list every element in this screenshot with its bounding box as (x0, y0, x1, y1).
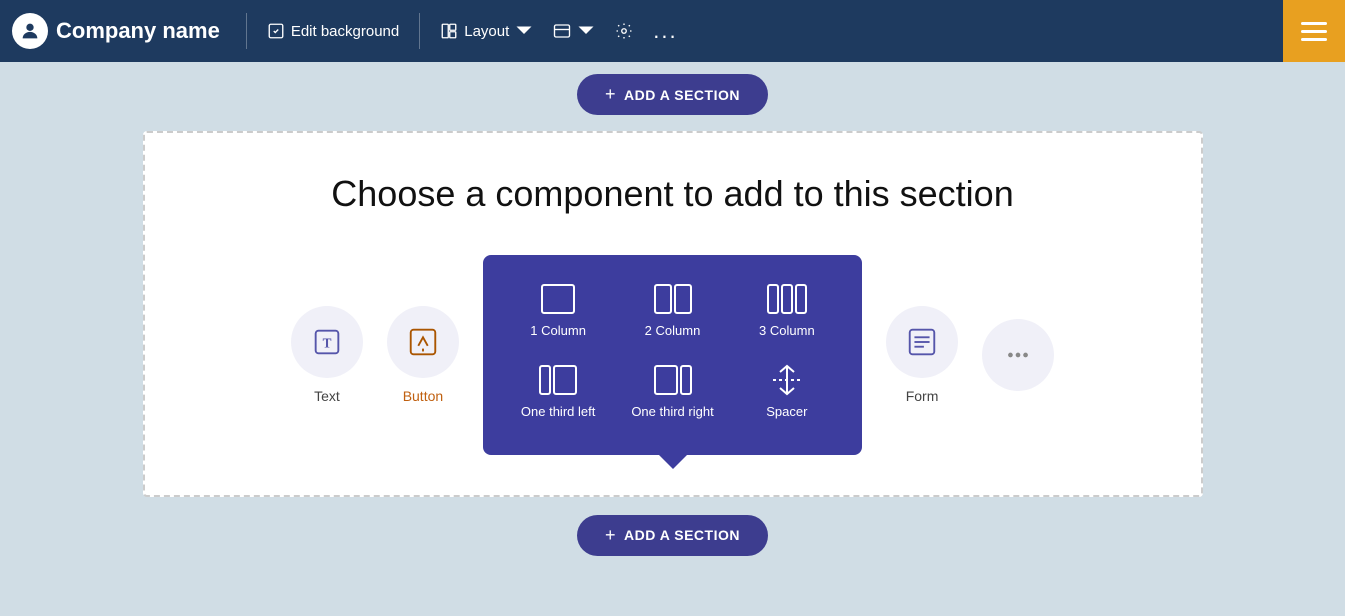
layout-spacer[interactable]: Spacer (740, 356, 834, 427)
one-third-left-label: One third left (521, 404, 595, 421)
section-title: Choose a component to add to this sectio… (331, 173, 1013, 215)
layout-1-column[interactable]: 1 Column (511, 275, 605, 346)
logo-icon (12, 13, 48, 49)
add-section-top-label: ADD A SECTION (624, 87, 740, 103)
button-icon-circle (387, 306, 459, 378)
hamburger-line-3 (1301, 38, 1327, 41)
layout-icon (440, 22, 458, 40)
edit-background-label: Edit background (291, 23, 399, 40)
hamburger-line-1 (1301, 22, 1327, 25)
add-section-plus-icon: + (605, 84, 616, 105)
chevron-down-icon-2 (577, 22, 595, 40)
more-options-button[interactable]: ... (643, 12, 687, 50)
company-name-text: Company name (56, 18, 220, 44)
layout-button[interactable]: Layout (430, 16, 543, 46)
section-button[interactable] (543, 16, 605, 46)
more-icon-circle (982, 319, 1054, 391)
gear-icon (615, 22, 633, 40)
form-icon-circle (886, 306, 958, 378)
button-icon (406, 325, 440, 359)
component-row: T Text Button (205, 255, 1141, 455)
layout-2-column[interactable]: 2 Column (625, 275, 719, 346)
one-third-right-icon (653, 362, 693, 398)
company-logo: Company name (12, 13, 220, 49)
text-label: Text (314, 388, 340, 404)
button-label: Button (403, 388, 443, 404)
component-more[interactable] (982, 319, 1054, 391)
hamburger-line-2 (1301, 30, 1327, 33)
layout-label: Layout (464, 23, 509, 40)
section-icon (553, 22, 571, 40)
add-section-bottom-label: ADD A SECTION (624, 527, 740, 543)
divider-1 (246, 13, 247, 49)
add-section-bottom-plus: + (605, 525, 616, 546)
one-third-right-label: One third right (631, 404, 713, 421)
add-section-bottom-button[interactable]: + ADD A SECTION (577, 515, 768, 556)
hamburger-button[interactable] (1283, 0, 1345, 62)
1-column-icon (538, 281, 578, 317)
3-column-label: 3 Column (759, 323, 815, 340)
spacer-icon (767, 362, 807, 398)
layout-one-third-right[interactable]: One third right (625, 356, 719, 427)
divider-2 (419, 13, 420, 49)
main-content: + ADD A SECTION Choose a component to ad… (0, 62, 1345, 616)
svg-text:T: T (323, 336, 332, 351)
chevron-down-icon (515, 22, 533, 40)
one-third-left-icon (538, 362, 578, 398)
component-text[interactable]: T Text (291, 306, 363, 404)
text-icon-circle: T (291, 306, 363, 378)
2-column-icon (653, 281, 693, 317)
layout-3-column[interactable]: 3 Column (740, 275, 834, 346)
more-options-dots: ... (653, 18, 677, 44)
3-column-icon (767, 281, 807, 317)
layout-one-third-left[interactable]: One third left (511, 356, 605, 427)
add-section-top-button[interactable]: + ADD A SECTION (577, 74, 768, 115)
text-icon: T (310, 325, 344, 359)
component-form[interactable]: Form (886, 306, 958, 404)
settings-button[interactable] (605, 16, 643, 46)
more-dots-icon (1001, 338, 1035, 372)
form-label: Form (906, 388, 939, 404)
edit-background-button[interactable]: Edit background (257, 16, 409, 46)
form-icon (905, 325, 939, 359)
edit-bg-icon (267, 22, 285, 40)
1-column-label: 1 Column (530, 323, 586, 340)
section-card: Choose a component to add to this sectio… (143, 131, 1203, 497)
layout-popup: 1 Column 2 Column (483, 255, 862, 455)
component-button[interactable]: Button (387, 306, 459, 404)
spacer-label: Spacer (766, 404, 807, 421)
2-column-label: 2 Column (645, 323, 701, 340)
toolbar: Company name Edit background Layout ... (0, 0, 1345, 62)
